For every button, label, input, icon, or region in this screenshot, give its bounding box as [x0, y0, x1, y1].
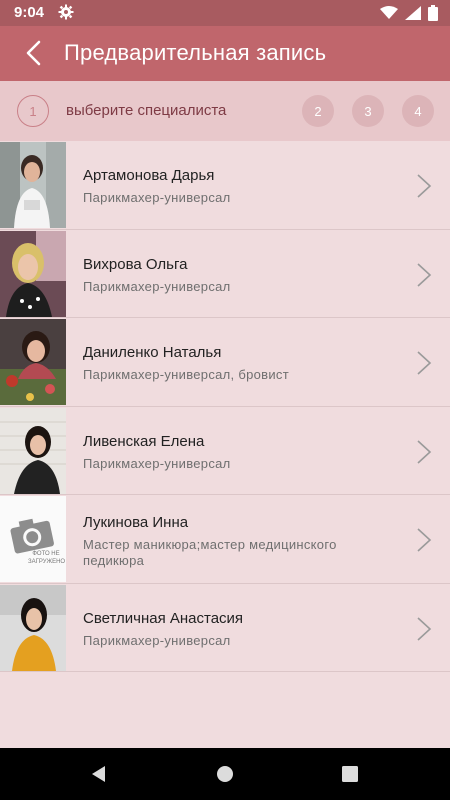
- specialist-name: Артамонова Дарья: [83, 167, 215, 184]
- avatar: [0, 230, 66, 317]
- gear-icon: [58, 4, 74, 25]
- step-4[interactable]: 4: [402, 95, 434, 127]
- specialist-role: Парикмахер-универсал: [83, 455, 231, 471]
- chevron-right-icon: [417, 528, 432, 552]
- specialist-row[interactable]: Ливенская Елена Парикмахер-универсал: [0, 407, 450, 495]
- avatar-placeholder: ФОТО НЕ ЗАГРУЖЕНО: [0, 496, 66, 582]
- specialist-row[interactable]: Светличная Анастасия Парикмахер-универса…: [0, 584, 450, 672]
- chevron-right-icon: [417, 174, 432, 198]
- battery-icon: [428, 5, 438, 26]
- nav-home-icon[interactable]: [215, 764, 235, 784]
- photo-placeholder-text: ФОТО НЕ ЗАГРУЖЕНО: [28, 551, 66, 565]
- nav-back-icon[interactable]: [89, 764, 109, 784]
- specialist-row[interactable]: Вихрова Ольга Парикмахер-универсал: [0, 230, 450, 318]
- step-1: 1: [17, 95, 49, 127]
- step-2[interactable]: 2: [302, 95, 334, 127]
- specialist-name: Светличная Анастасия: [83, 609, 244, 627]
- status-bar: 9:04: [0, 0, 450, 26]
- specialist-row[interactable]: ФОТО НЕ ЗАГРУЖЕНО Лукинова Инна Мастер м…: [0, 495, 450, 584]
- chevron-right-icon: [417, 351, 432, 375]
- specialist-name: Лукинова Инна: [83, 514, 189, 531]
- status-icons: [380, 5, 438, 26]
- avatar: [0, 584, 66, 671]
- avatar: [0, 142, 66, 228]
- specialist-role: Мастер маникюра;мастер медицинского педи…: [83, 537, 337, 568]
- back-arrow-icon: [26, 40, 41, 66]
- specialist-role: Парикмахер-универсал: [83, 190, 231, 205]
- chevron-right-icon: [417, 616, 432, 641]
- specialist-list: Артамонова Дарья Парикмахер-универсал Ви…: [0, 141, 450, 672]
- navigation-bar: [0, 748, 450, 800]
- step-label: выберите специалиста: [66, 102, 227, 119]
- specialist-name: Вихрова Ольга: [83, 255, 188, 273]
- specialist-role: Парикмахер-универсал: [83, 278, 231, 294]
- specialist-name: Даниленко Наталья: [83, 344, 222, 361]
- nav-recents-icon[interactable]: [340, 764, 360, 784]
- page-title: Предварительная запись: [64, 40, 327, 65]
- avatar: [0, 319, 66, 405]
- specialist-row[interactable]: Даниленко Наталья Парикмахер-универсал, …: [0, 318, 450, 407]
- step-indicator: 1 выберите специалиста 2 3 4: [0, 81, 450, 141]
- avatar: [0, 407, 66, 494]
- specialist-role: Парикмахер-универсал: [83, 632, 231, 648]
- back-button[interactable]: [14, 34, 52, 72]
- signal-icon: [405, 6, 421, 25]
- specialist-role: Парикмахер-универсал, бровист: [83, 367, 289, 382]
- specialist-row[interactable]: Артамонова Дарья Парикмахер-универсал: [0, 141, 450, 230]
- chevron-right-icon: [417, 439, 432, 464]
- specialist-name: Ливенская Елена: [83, 432, 205, 450]
- status-time: 9:04: [14, 4, 45, 21]
- step-3[interactable]: 3: [352, 95, 384, 127]
- chevron-right-icon: [417, 262, 432, 287]
- wifi-icon: [380, 6, 398, 25]
- app-bar: Предварительная запись: [0, 26, 450, 81]
